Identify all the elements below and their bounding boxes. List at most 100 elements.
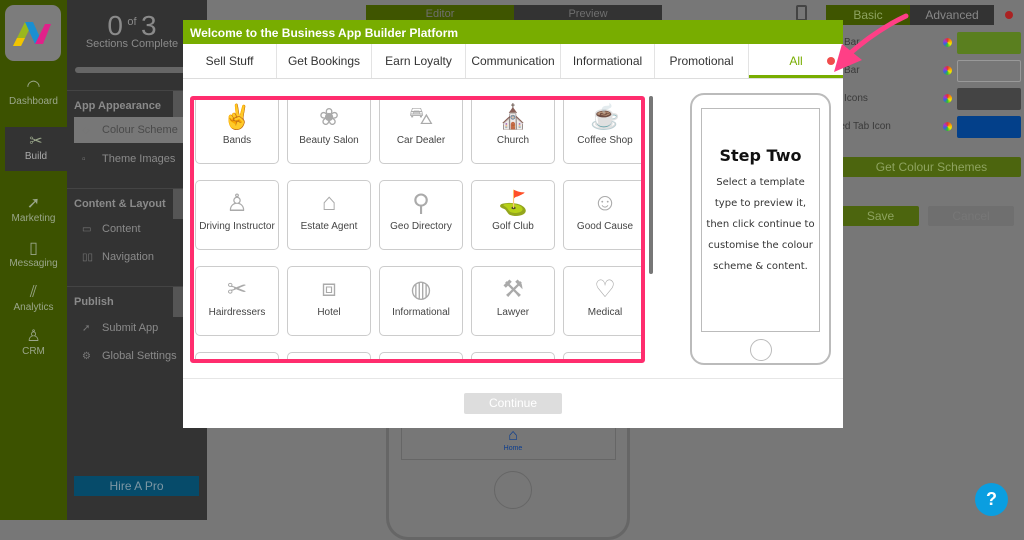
template-tile[interactable]: ♡ Medical bbox=[563, 266, 641, 336]
template-tile[interactable]: ⛍ Car Dealer bbox=[379, 100, 463, 164]
rocket-icon: ➚ bbox=[82, 323, 91, 334]
tab-get-bookings[interactable]: Get Bookings bbox=[277, 44, 372, 78]
tab-sell-stuff[interactable]: Sell Stuff bbox=[183, 44, 277, 78]
paint-bucket-icon: ◇ bbox=[82, 125, 90, 136]
template-tile[interactable]: ⚒ Lawyer bbox=[471, 266, 555, 336]
item-colour-scheme[interactable]: ◇ Colour Scheme bbox=[74, 117, 200, 143]
item-content[interactable]: ▭ Content bbox=[74, 216, 200, 242]
template-label: Informational bbox=[392, 307, 450, 318]
help-button[interactable]: ? bbox=[975, 483, 1008, 516]
template-tile[interactable]: ◍ Informational bbox=[379, 266, 463, 336]
item-global-settings[interactable]: ⚙ Global Settings bbox=[74, 343, 200, 369]
nav-analytics[interactable]: ⫽ Analytics bbox=[0, 284, 67, 313]
preview-screen: Step Two Select a template type to previ… bbox=[701, 108, 820, 332]
tab-communication[interactable]: Communication bbox=[466, 44, 561, 78]
color-row: ected Tab Icon bbox=[826, 116, 1024, 138]
color-swatch[interactable] bbox=[957, 32, 1021, 54]
person-icon: ♙ bbox=[196, 353, 278, 359]
tab-informational[interactable]: Informational bbox=[561, 44, 655, 78]
logo-icon bbox=[13, 22, 51, 46]
status-dot bbox=[1005, 11, 1013, 19]
modal-divider bbox=[183, 378, 843, 379]
get-colour-schemes-button[interactable]: Get Colour Schemes bbox=[842, 157, 1021, 177]
save-button[interactable]: Save bbox=[842, 206, 919, 226]
rocket-icon: ➚ bbox=[26, 195, 41, 212]
nav-build[interactable]: ✂ Build bbox=[5, 127, 67, 171]
house-icon: ⌂ bbox=[321, 189, 337, 216]
gavel-icon: ⚒ bbox=[502, 276, 524, 303]
template-label: Medical bbox=[587, 307, 623, 318]
annotation-arrow-icon bbox=[834, 13, 909, 72]
template-tile[interactable]: ☁ bbox=[563, 352, 641, 359]
color-swatch[interactable] bbox=[957, 60, 1021, 82]
home-tab[interactable]: ⌂ Home bbox=[500, 427, 526, 452]
color-wheel-icon[interactable] bbox=[943, 122, 952, 131]
item-navigation[interactable]: ▯▯ Navigation bbox=[74, 244, 200, 270]
template-tile[interactable]: ⛪ Church bbox=[471, 100, 555, 164]
map-pin-icon: ⚲ bbox=[412, 190, 430, 217]
template-label: Driving Instructor bbox=[199, 221, 275, 232]
template-label: Lawyer bbox=[496, 307, 530, 318]
template-tile[interactable]: ❀ Beauty Salon bbox=[287, 100, 371, 164]
tab-advanced[interactable]: Advanced bbox=[910, 5, 994, 25]
template-tile[interactable]: ⚲ Geo Directory bbox=[379, 180, 463, 250]
template-tile[interactable]: ▥ bbox=[379, 352, 463, 359]
template-tile[interactable]: ☺ Good Cause bbox=[563, 180, 641, 250]
phone-home-button bbox=[494, 471, 532, 509]
hire-a-pro-button[interactable]: Hire A Pro bbox=[74, 476, 199, 496]
color-wheel-icon[interactable] bbox=[943, 66, 952, 75]
template-tile[interactable]: ♙ bbox=[195, 352, 279, 359]
device-toggle-icon[interactable] bbox=[796, 5, 807, 21]
phone-chat-icon: ▯ bbox=[29, 240, 38, 257]
person-tie-icon: ♙ bbox=[226, 190, 248, 217]
glass-icon: ⌧ bbox=[472, 353, 554, 359]
beer-mug-icon: ▥ bbox=[380, 353, 462, 359]
continue-button[interactable]: Continue bbox=[464, 393, 562, 414]
template-label: Coffee Shop bbox=[577, 135, 633, 146]
template-label: Beauty Salon bbox=[299, 135, 359, 146]
globe-icon: ◍ bbox=[410, 276, 432, 303]
template-tile[interactable]: ▣ bbox=[287, 352, 371, 359]
chart-icon: ⫽ bbox=[29, 284, 38, 301]
sections-progress-bar bbox=[75, 67, 195, 73]
template-label: Car Dealer bbox=[396, 135, 446, 146]
person-icon: ♙ bbox=[26, 328, 41, 345]
tab-promotional[interactable]: Promotional bbox=[655, 44, 749, 78]
template-tile[interactable]: ✌ Bands bbox=[195, 100, 279, 164]
template-scrollbar[interactable] bbox=[649, 96, 653, 274]
item-submit-app[interactable]: ➚ Submit App bbox=[74, 315, 200, 341]
content-icon: ▭ bbox=[82, 224, 92, 235]
color-swatch[interactable] bbox=[957, 88, 1021, 110]
template-label: Church bbox=[496, 135, 530, 146]
template-tile[interactable]: ✂ Hairdressers bbox=[195, 266, 279, 336]
hand-horns-icon: ✌ bbox=[222, 104, 252, 131]
tab-earn-loyalty[interactable]: Earn Loyalty bbox=[372, 44, 466, 78]
nav-crm[interactable]: ♙ CRM bbox=[0, 328, 67, 357]
scissors-icon: ✂ bbox=[226, 276, 248, 303]
template-tile[interactable]: ♙ Driving Instructor bbox=[195, 180, 279, 250]
home-icon: ⌂ bbox=[508, 427, 518, 444]
color-row: Icons bbox=[826, 88, 1024, 110]
lotus-icon: ❀ bbox=[318, 104, 340, 131]
color-wheel-icon[interactable] bbox=[943, 38, 952, 47]
template-tile[interactable]: ⌂ Estate Agent bbox=[287, 180, 371, 250]
app-logo[interactable] bbox=[5, 5, 61, 61]
template-tile[interactable]: ☕ Coffee Shop bbox=[563, 100, 641, 164]
smiley-heart-icon: ☺ bbox=[592, 189, 618, 216]
speedometer-icon: ◠ bbox=[26, 78, 41, 95]
template-tile[interactable]: ⛳ Golf Club bbox=[471, 180, 555, 250]
golf-club-icon: ⛳ bbox=[498, 190, 528, 217]
cancel-button[interactable]: Cancel bbox=[928, 206, 1014, 226]
template-tile[interactable]: ⧈ Hotel bbox=[287, 266, 371, 336]
template-label: Golf Club bbox=[492, 221, 534, 232]
nav-dashboard[interactable]: ◠ Dashboard bbox=[0, 78, 67, 107]
luggage-cart-icon: ⧈ bbox=[321, 275, 337, 302]
item-theme-images[interactable]: ▫ Theme Images bbox=[74, 146, 200, 172]
nav-marketing[interactable]: ➚ Marketing bbox=[0, 195, 67, 224]
template-grid: ✌ Bands ❀ Beauty Salon ⛍ Car Dealer ⛪ Church ☕ Co… bbox=[190, 96, 645, 363]
template-tile[interactable]: ⌧ bbox=[471, 352, 555, 359]
nav-messaging[interactable]: ▯ Messaging bbox=[0, 240, 67, 269]
coffee-cup-icon: ☕ bbox=[590, 104, 620, 131]
color-swatch[interactable] bbox=[957, 116, 1021, 138]
color-wheel-icon[interactable] bbox=[943, 94, 952, 103]
